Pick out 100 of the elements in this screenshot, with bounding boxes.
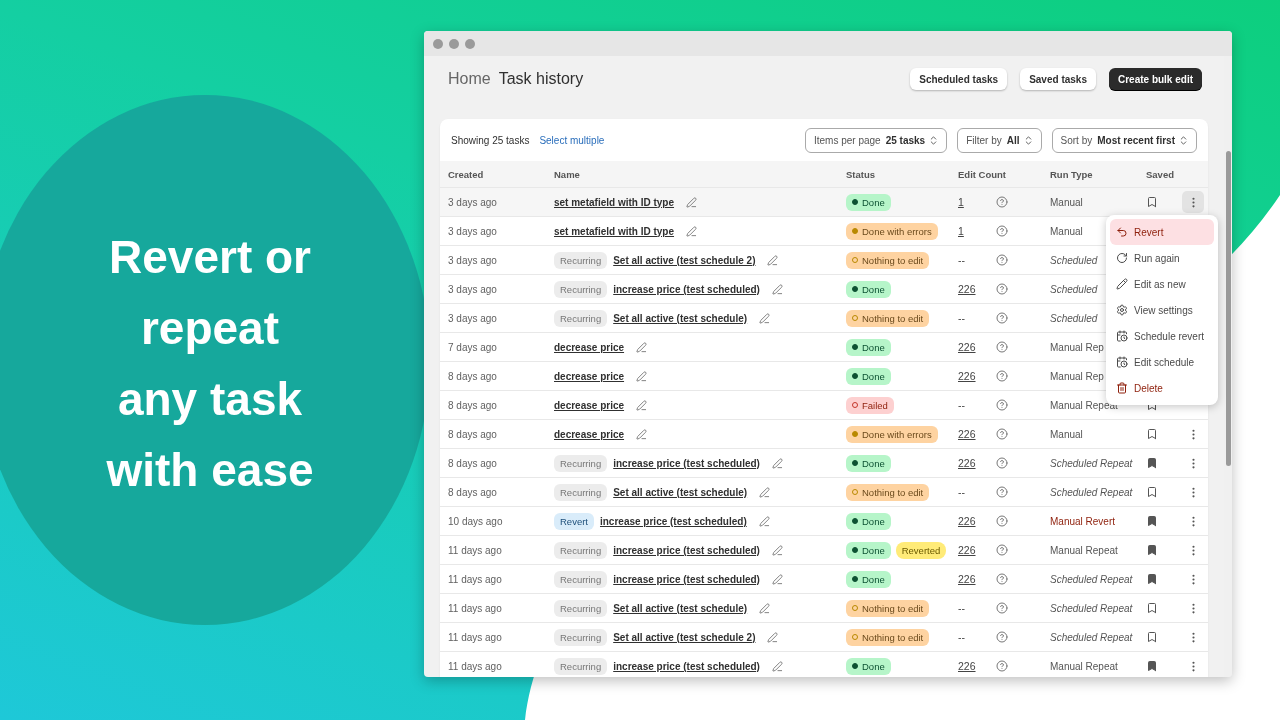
menu-item[interactable]: Run again (1110, 245, 1214, 271)
task-name-link[interactable]: increase price (test scheduled) (613, 573, 760, 585)
edit-count-link[interactable]: 226 (958, 428, 978, 440)
task-name-link[interactable]: increase price (test scheduled) (613, 457, 760, 469)
bookmark-icon[interactable] (1146, 486, 1158, 498)
pencil-icon[interactable] (759, 602, 771, 614)
more-button[interactable] (1182, 191, 1204, 213)
bookmark-icon[interactable] (1146, 631, 1158, 643)
menu-item[interactable]: View settings (1110, 297, 1214, 323)
help-icon[interactable] (996, 515, 1008, 527)
edit-count-link[interactable]: 1 (958, 196, 978, 208)
pencil-icon[interactable] (771, 457, 783, 469)
edit-count-link[interactable]: 1 (958, 225, 978, 237)
help-icon[interactable] (996, 283, 1008, 295)
help-icon[interactable] (996, 486, 1008, 498)
chevrons-icon (1178, 134, 1189, 146)
pencil-icon[interactable] (636, 399, 648, 411)
help-icon[interactable] (996, 457, 1008, 469)
help-icon[interactable] (996, 660, 1008, 672)
help-icon[interactable] (996, 399, 1008, 411)
menu-item[interactable]: Delete (1110, 375, 1214, 401)
edit-count-link[interactable]: 226 (958, 515, 978, 527)
task-name-link[interactable]: Set all active (test schedule) (613, 602, 748, 614)
column-header: Run Type (1050, 168, 1094, 180)
bookmark-icon[interactable] (1146, 196, 1158, 208)
select-multiple-link[interactable]: Select multiple (539, 134, 605, 146)
pencil-icon[interactable] (758, 515, 770, 527)
task-name-link[interactable]: decrease price (554, 428, 625, 440)
pencil-icon[interactable] (771, 283, 783, 295)
bookmark-icon[interactable] (1146, 573, 1158, 585)
help-icon[interactable] (996, 573, 1008, 585)
help-icon[interactable] (996, 602, 1008, 614)
run-type-cell: Manual Rep (1050, 341, 1104, 353)
help-icon[interactable] (996, 312, 1008, 324)
pencil-icon[interactable] (686, 225, 698, 237)
select-control[interactable]: Sort by Most recent first (1051, 127, 1197, 153)
pencil-icon[interactable] (759, 312, 771, 324)
status-badge: Nothing to edit (846, 309, 930, 327)
create-button[interactable]: Create bulk edit (1108, 68, 1202, 90)
menu-item[interactable]: Edit schedule (1110, 349, 1214, 375)
pencil-icon[interactable] (767, 631, 779, 643)
scrollbar[interactable] (1224, 56, 1232, 677)
edit-count-link[interactable]: 226 (958, 457, 978, 469)
bookmark-icon[interactable] (1146, 602, 1158, 614)
menu-item[interactable]: Schedule revert (1110, 323, 1214, 349)
edit-count-link[interactable]: 226 (958, 544, 978, 556)
task-name-link[interactable]: set metafield with ID type (554, 196, 675, 208)
help-icon[interactable] (996, 341, 1008, 353)
pencil-icon[interactable] (686, 196, 698, 208)
menu-item[interactable]: Edit as new (1110, 271, 1214, 297)
pencil-icon[interactable] (636, 341, 648, 353)
header-button[interactable]: Scheduled tasks (910, 68, 1008, 90)
bookmark-icon[interactable] (1146, 428, 1158, 440)
task-name-link[interactable]: increase price (test scheduled) (613, 544, 760, 556)
pencil-icon (1116, 278, 1128, 290)
task-name-link[interactable]: set metafield with ID type (554, 225, 675, 237)
window-dot[interactable] (449, 38, 459, 49)
select-control[interactable]: Filter by All (957, 127, 1042, 153)
header-button[interactable]: Saved tasks (1020, 68, 1096, 90)
task-name-link[interactable]: decrease price (554, 399, 625, 411)
created-cell: 8 days ago (448, 399, 497, 411)
edit-count-link[interactable]: 226 (958, 341, 978, 353)
bookmark-icon[interactable] (1146, 515, 1158, 527)
edit-count-link[interactable]: 226 (958, 283, 978, 295)
task-name-link[interactable]: Set all active (test schedule) (613, 312, 748, 324)
breadcrumb-link[interactable]: Home (448, 70, 491, 88)
pencil-icon[interactable] (759, 486, 771, 498)
bookmark-icon[interactable] (1146, 544, 1158, 556)
window-dot[interactable] (465, 38, 475, 49)
task-name-link[interactable]: Set all active (test schedule 2) (613, 631, 756, 643)
edit-count-link[interactable]: 226 (958, 370, 978, 382)
edit-count-link[interactable]: 226 (958, 660, 978, 672)
task-tag: Revert (554, 512, 594, 530)
task-name-link[interactable]: Set all active (test schedule 2) (613, 254, 756, 266)
pencil-icon[interactable] (636, 370, 648, 382)
help-icon[interactable] (996, 370, 1008, 382)
task-name-link[interactable]: increase price (test scheduled) (613, 283, 760, 295)
task-name-link[interactable]: increase price (test scheduled) (600, 515, 747, 527)
help-icon[interactable] (996, 225, 1008, 237)
task-name-link[interactable]: increase price (test scheduled) (613, 660, 760, 672)
menu-item[interactable]: Revert (1110, 219, 1214, 245)
pencil-icon[interactable] (767, 254, 779, 266)
help-icon[interactable] (996, 544, 1008, 556)
pencil-icon[interactable] (771, 573, 783, 585)
help-icon[interactable] (996, 428, 1008, 440)
select-control[interactable]: Items per page 25 tasks (804, 127, 948, 153)
pencil-icon[interactable] (771, 544, 783, 556)
task-name-link[interactable]: decrease price (554, 370, 625, 382)
help-icon[interactable] (996, 196, 1008, 208)
task-name-link[interactable]: decrease price (554, 341, 625, 353)
created-cell: 11 days ago (448, 544, 502, 556)
bookmark-icon[interactable] (1146, 660, 1158, 672)
window-dot[interactable] (433, 38, 443, 49)
bookmark-icon[interactable] (1146, 457, 1158, 469)
edit-count-link[interactable]: 226 (958, 573, 978, 585)
help-icon[interactable] (996, 631, 1008, 643)
task-name-link[interactable]: Set all active (test schedule) (613, 486, 748, 498)
pencil-icon[interactable] (771, 660, 783, 672)
help-icon[interactable] (996, 254, 1008, 266)
pencil-icon[interactable] (636, 428, 648, 440)
